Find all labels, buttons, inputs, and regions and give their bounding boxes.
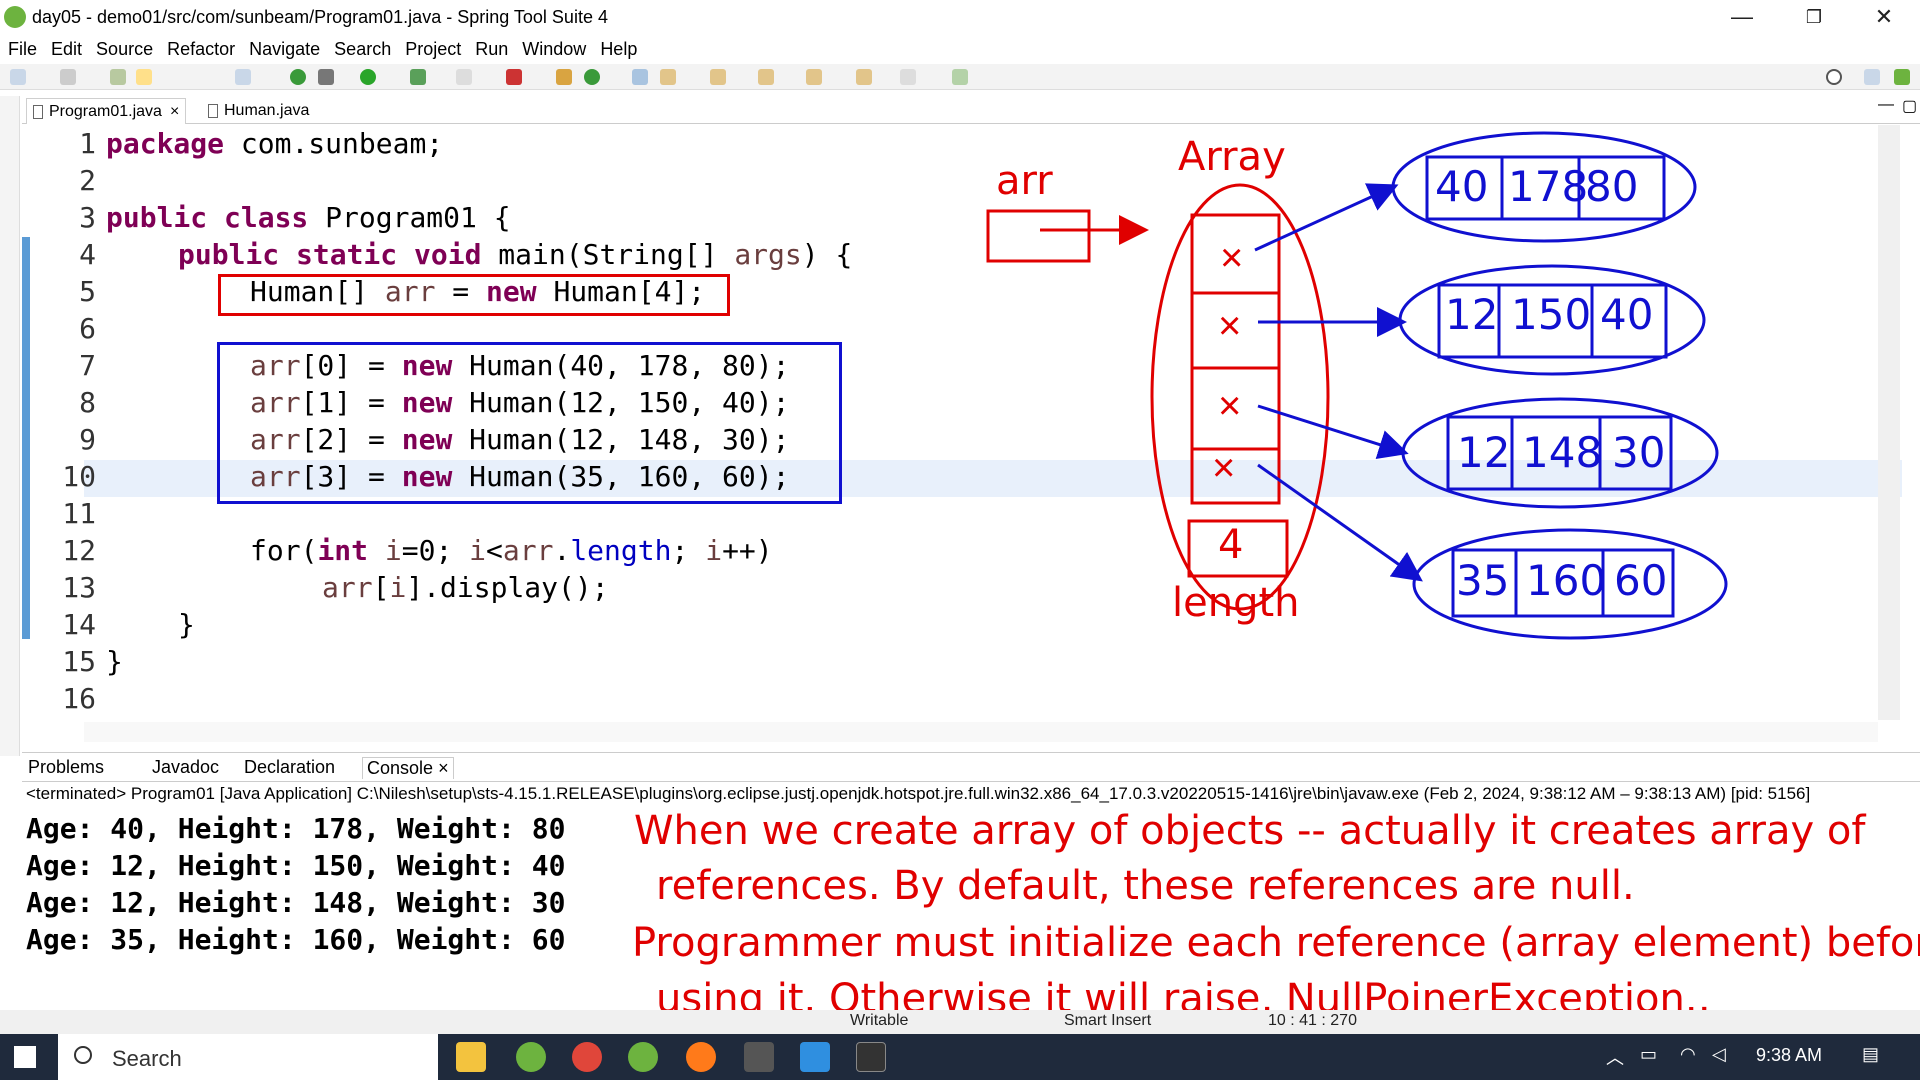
arr-label: arr <box>996 158 1053 204</box>
spring-tool-suite-taskbar-icon[interactable] <box>516 1042 546 1072</box>
object-2-field: 148 <box>1522 428 1603 477</box>
tab-console-label: Console <box>367 758 434 778</box>
object-2-field: 12 <box>1457 428 1511 477</box>
object-3-field: 60 <box>1614 556 1668 605</box>
console-output-line: Age: 35, Height: 160, Weight: 60 <box>26 923 566 956</box>
windows-taskbar: Search ︿ ▭ ◠ ◁ 9:38 AM ▤ <box>0 1034 1920 1080</box>
null-cross: × <box>1218 384 1242 428</box>
note-line: references. By default, these references… <box>656 863 1635 909</box>
tab-problems[interactable]: Problems <box>28 757 104 778</box>
wifi-icon[interactable]: ◠ <box>1680 1044 1696 1065</box>
snipping-tool-icon[interactable] <box>744 1042 774 1072</box>
object-3-field: 160 <box>1526 556 1607 605</box>
taskbar-search-label: Search <box>112 1046 182 1071</box>
object-1-field: 12 <box>1445 290 1499 339</box>
volume-icon[interactable]: ◁ <box>1712 1044 1726 1065</box>
object-0-field: 178 <box>1508 162 1589 211</box>
file-explorer-icon[interactable] <box>456 1042 486 1072</box>
object-1-field: 150 <box>1511 290 1592 339</box>
length-label: length <box>1172 580 1300 626</box>
note-line: When we create array of objects -- actua… <box>634 808 1866 854</box>
console-output-line: Age: 12, Height: 148, Weight: 30 <box>26 886 566 919</box>
firefox-icon[interactable] <box>686 1042 716 1072</box>
console-tab-bar: Problems Javadoc Declaration Console × <box>22 752 1920 782</box>
console-output-line: Age: 40, Height: 178, Weight: 80 <box>26 812 566 845</box>
writable-status: Writable <box>850 1012 909 1029</box>
tab-console[interactable]: Console × <box>362 757 454 779</box>
object-0-field: 80 <box>1585 162 1639 211</box>
ref-arrow-0 <box>1254 183 1399 252</box>
cursor-position-status: 10 : 41 : 270 <box>1268 1012 1357 1029</box>
console-process-info: <terminated> Program01 [Java Application… <box>26 784 1811 803</box>
windows-start-icon[interactable] <box>14 1046 36 1068</box>
tray-chevron-icon[interactable]: ︿ <box>1606 1044 1624 1070</box>
clock[interactable]: 9:38 AM <box>1756 1045 1822 1066</box>
battery-icon[interactable]: ▭ <box>1640 1044 1657 1065</box>
search-icon <box>74 1046 92 1064</box>
note-line: Programmer must initialize each referenc… <box>632 920 1920 966</box>
terminal-icon[interactable] <box>856 1042 886 1072</box>
tab-javadoc[interactable]: Javadoc <box>152 757 219 778</box>
arr-reference-box <box>986 209 1091 263</box>
spring-icon[interactable] <box>628 1042 658 1072</box>
taskbar-search-box[interactable]: Search <box>58 1034 438 1080</box>
object-2-field: 30 <box>1612 428 1666 477</box>
length-value: 4 <box>1218 522 1244 568</box>
vscode-icon[interactable] <box>800 1042 830 1072</box>
console-output-line: Age: 12, Height: 150, Weight: 40 <box>26 849 566 882</box>
null-cross: × <box>1220 236 1244 280</box>
object-0-field: 40 <box>1435 162 1489 211</box>
null-cross: × <box>1212 446 1236 490</box>
close-console-icon[interactable]: × <box>438 758 449 778</box>
chrome-icon[interactable] <box>572 1042 602 1072</box>
insert-mode-status: Smart Insert <box>1064 1012 1152 1029</box>
null-cross: × <box>1218 304 1242 348</box>
object-1-field: 40 <box>1600 290 1654 339</box>
notification-icon[interactable]: ▤ <box>1862 1044 1879 1065</box>
object-3-field: 35 <box>1456 556 1510 605</box>
tab-declaration[interactable]: Declaration <box>244 757 335 778</box>
array-label: Array <box>1178 134 1286 180</box>
status-bar: Writable Smart Insert 10 : 41 : 270 <box>0 1010 1920 1034</box>
